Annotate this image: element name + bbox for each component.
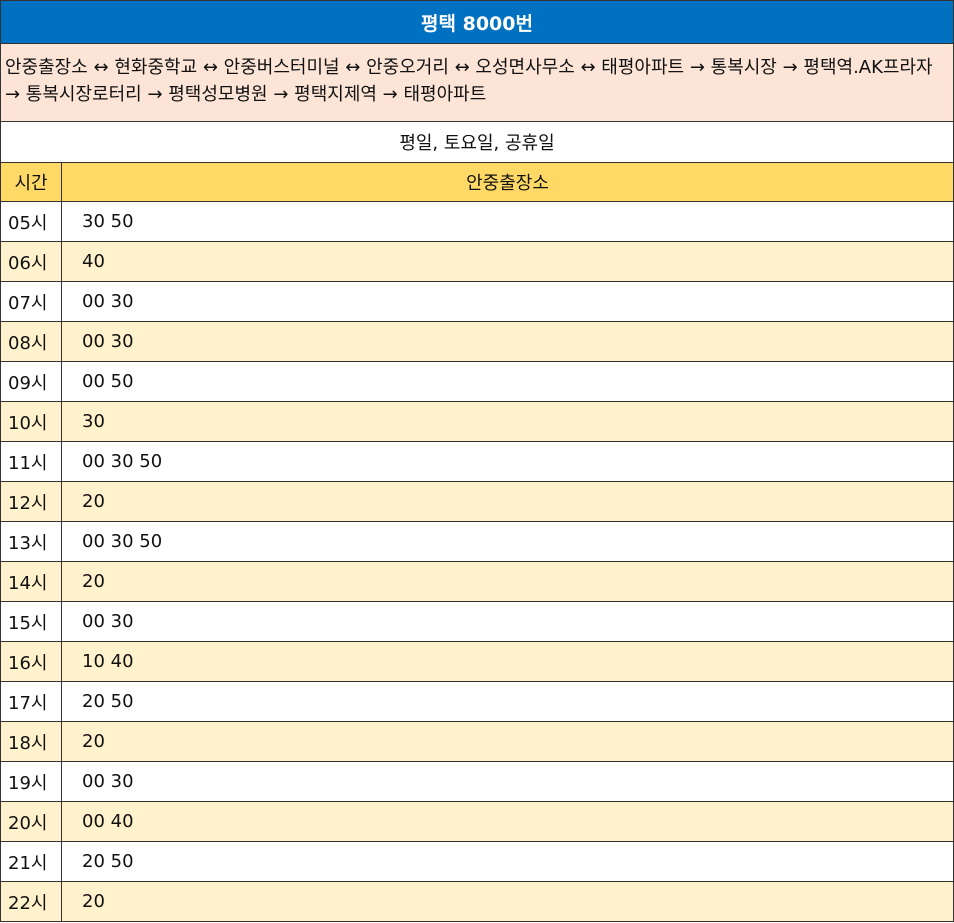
departure-minutes-cell: 00 30 50	[82, 451, 163, 472]
table-row: 11시 00 30 50	[1, 442, 953, 482]
table-row: 08시 00 30	[1, 322, 953, 362]
table-row: 07시 00 30	[1, 282, 953, 322]
hour-cell: 12시	[1, 482, 62, 521]
departure-minutes-cell: 40	[82, 251, 105, 272]
table-header: 시간 안중출장소	[1, 163, 953, 202]
departure-minutes-cell: 10 40	[82, 651, 134, 672]
hour-column-header-text: 시간	[14, 173, 48, 194]
hour-cell: 05시	[1, 202, 62, 241]
hour-column-header: 시간	[1, 163, 62, 201]
table-row: 13시 00 30 50	[1, 522, 953, 562]
departure-minutes-cell: 30	[82, 411, 105, 432]
departure-minutes-cell: 20	[82, 731, 105, 752]
table-row: 12시 20	[1, 482, 953, 522]
departure-minutes-cell: 20 50	[82, 851, 134, 872]
table-row: 09시 00 50	[1, 362, 953, 402]
service-days: 평일, 토요일, 공휴일	[1, 122, 953, 163]
hour-cell: 21시	[1, 842, 62, 881]
table-row: 18시 20	[1, 722, 953, 762]
hour-cell: 06시	[1, 242, 62, 281]
departure-minutes-cell: 20	[82, 891, 105, 912]
service-days-text: 평일, 토요일, 공휴일	[399, 133, 555, 154]
departure-minutes-cell: 00 30 50	[82, 531, 163, 552]
route-stops: 안중출장소 ↔ 현화중학교 ↔ 안중버스터미널 ↔ 안중오거리 ↔ 오성면사무소…	[1, 44, 953, 122]
departure-minutes-cell: 00 30	[82, 611, 134, 632]
hour-cell: 13시	[1, 522, 62, 561]
timetable-rows: 05시 30 50 06시 40 07시 00 30 08시 00 30 09시 00 50 10시…	[1, 202, 953, 922]
table-row: 14시 20	[1, 562, 953, 602]
hour-cell: 15시	[1, 602, 62, 641]
hour-cell: 08시	[1, 322, 62, 361]
table-row: 10시 30	[1, 402, 953, 442]
table-row: 21시 20 50	[1, 842, 953, 882]
route-stops-text: 안중출장소 ↔ 현화중학교 ↔ 안중버스터미널 ↔ 안중오거리 ↔ 오성면사무소…	[5, 57, 933, 105]
departure-minutes-cell: 00 30	[82, 291, 134, 312]
hour-cell: 19시	[1, 762, 62, 801]
route-title: 평택 8000번	[1, 0, 953, 44]
hour-cell: 07시	[1, 282, 62, 321]
departure-minutes-cell: 00 50	[82, 371, 134, 392]
stop-column-header-text: 안중출장소	[466, 173, 549, 194]
route-title-text: 평택 8000번	[421, 12, 533, 35]
hour-cell: 11시	[1, 442, 62, 481]
departure-minutes-cell: 30 50	[82, 211, 134, 232]
hour-cell: 17시	[1, 682, 62, 721]
table-row: 20시 00 40	[1, 802, 953, 842]
departure-minutes-cell: 00 30	[82, 771, 134, 792]
table-row: 19시 00 30	[1, 762, 953, 802]
stop-column-header: 안중출장소	[62, 163, 953, 201]
departure-minutes-cell: 20	[82, 571, 105, 592]
bus-timetable: 평택 8000번 안중출장소 ↔ 현화중학교 ↔ 안중버스터미널 ↔ 안중오거리…	[0, 0, 954, 922]
hour-cell: 16시	[1, 642, 62, 681]
table-row: 16시 10 40	[1, 642, 953, 682]
hour-cell: 09시	[1, 362, 62, 401]
table-row: 22시 20	[1, 882, 953, 922]
hour-cell: 22시	[1, 882, 62, 921]
table-row: 05시 30 50	[1, 202, 953, 242]
table-row: 17시 20 50	[1, 682, 953, 722]
departure-minutes-cell: 00 40	[82, 811, 134, 832]
hour-cell: 18시	[1, 722, 62, 761]
hour-cell: 14시	[1, 562, 62, 601]
departure-minutes-cell: 20	[82, 491, 105, 512]
table-row: 06시 40	[1, 242, 953, 282]
hour-cell: 10시	[1, 402, 62, 441]
departure-minutes-cell: 00 30	[82, 331, 134, 352]
departure-minutes-cell: 20 50	[82, 691, 134, 712]
hour-cell: 20시	[1, 802, 62, 841]
table-row: 15시 00 30	[1, 602, 953, 642]
